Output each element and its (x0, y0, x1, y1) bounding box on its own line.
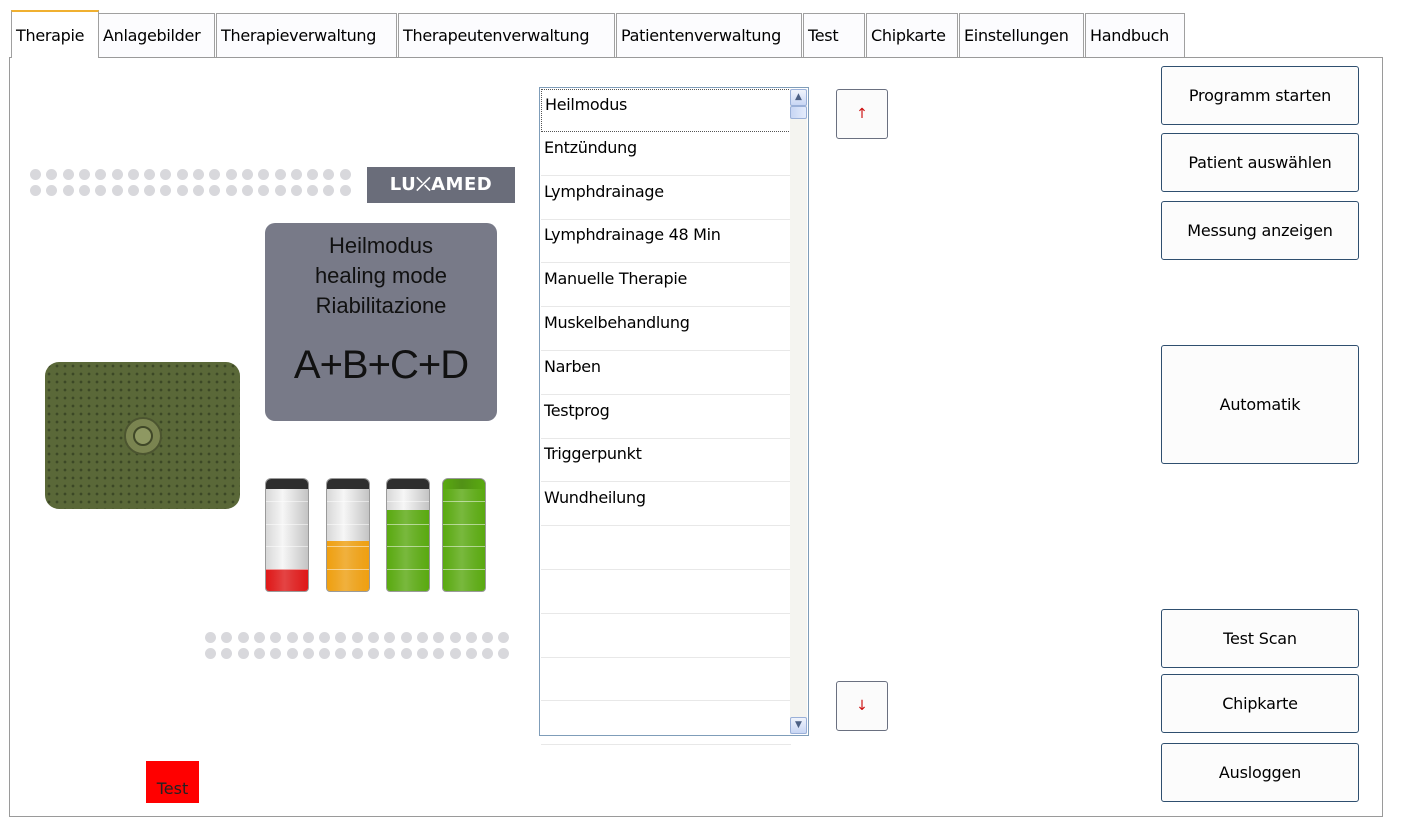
program-list-item[interactable]: Lymphdrainage 48 Min (541, 220, 791, 264)
tab-einstellungen[interactable]: Einstellungen (959, 13, 1084, 57)
electrode-pad-image (45, 362, 240, 509)
move-up-button[interactable]: ↑ (836, 89, 888, 139)
tab-test[interactable]: Test (803, 13, 865, 57)
test-status-indicator: Test (146, 761, 199, 803)
automatik-button[interactable]: Automatik (1161, 345, 1359, 464)
tab-strip: Therapie Anlagebilder Therapieverwaltung… (0, 0, 1408, 58)
programm-starten-button[interactable]: Programm starten (1161, 66, 1359, 125)
ausloggen-button[interactable]: Ausloggen (1161, 743, 1359, 802)
messung-anzeigen-button[interactable]: Messung anzeigen (1161, 201, 1359, 260)
tab-patientenverwaltung[interactable]: Patientenverwaltung (616, 13, 802, 57)
program-list-item[interactable] (541, 571, 791, 614)
tab-therapie[interactable]: Therapie (11, 10, 99, 58)
test-scan-button[interactable]: Test Scan (1161, 609, 1359, 668)
battery-icon (265, 478, 309, 592)
battery-icon (442, 478, 486, 592)
program-list-item[interactable] (541, 527, 791, 570)
scroll-up-icon[interactable]: ▲ (790, 89, 807, 106)
program-list-scrollbar[interactable]: ▲ ▼ (790, 89, 807, 734)
tab-chipkarte[interactable]: Chipkarte (866, 13, 958, 57)
mode-line-en: healing mode (314, 263, 448, 288)
program-list-item[interactable]: Wundheilung (541, 483, 791, 527)
program-list-item[interactable]: Triggerpunkt (541, 439, 791, 483)
program-list-item[interactable]: Lymphdrainage (541, 177, 791, 220)
program-list-item[interactable] (541, 615, 791, 658)
program-list-item[interactable]: Entzündung (541, 133, 791, 176)
luxamed-logo: LU⤫AMED (367, 167, 515, 203)
program-list-item[interactable]: Testprog (541, 396, 791, 439)
therapy-mode-image: LU⤫AMED Heilmodus healing mode Riabilita… (24, 100, 515, 675)
program-list-item[interactable]: Heilmodus (541, 89, 791, 132)
mode-line-de: Heilmodus (329, 233, 433, 258)
battery-icon (386, 478, 430, 592)
program-list-item[interactable]: Manuelle Therapie (541, 264, 791, 308)
mode-line-it: Riabilitazione (315, 293, 447, 318)
scroll-thumb[interactable] (790, 106, 807, 119)
tab-anlagebilder[interactable]: Anlagebilder (98, 13, 215, 57)
patient-auswaehlen-button[interactable]: Patient auswählen (1161, 133, 1359, 192)
program-list-item[interactable]: Narben (541, 352, 791, 395)
chipkarte-button[interactable]: Chipkarte (1161, 674, 1359, 733)
program-list-item[interactable] (541, 658, 791, 702)
program-list-item[interactable] (541, 702, 791, 746)
scroll-down-icon[interactable]: ▼ (790, 717, 807, 734)
battery-icon (326, 478, 370, 592)
mode-code: A+B+C+D (293, 343, 469, 387)
arrow-up-icon: ↑ (856, 106, 868, 122)
program-list-item[interactable]: Muskelbehandlung (541, 308, 791, 351)
program-list[interactable]: Heilmodus Entzündung Lymphdrainage Lymphdra… (539, 87, 809, 746)
tab-therapeutenverwaltung[interactable]: Therapeutenverwaltung (398, 13, 615, 57)
mode-info-box: Heilmodus healing mode Riabilitazione A+… (265, 223, 497, 421)
tab-handbuch[interactable]: Handbuch (1085, 13, 1185, 57)
arrow-down-icon: ↓ (856, 698, 868, 714)
move-down-button[interactable]: ↓ (836, 681, 888, 731)
tab-therapieverwaltung[interactable]: Therapieverwaltung (216, 13, 397, 57)
